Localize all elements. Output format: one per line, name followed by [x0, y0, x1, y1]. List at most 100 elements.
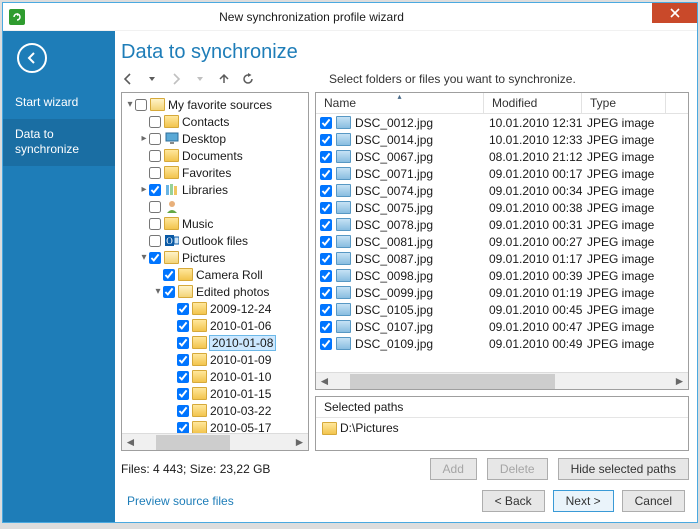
file-row[interactable]: DSC_0078.jpg09.01.2010 00:31JPEG image: [316, 216, 688, 233]
next-button[interactable]: Next >: [553, 490, 614, 512]
file-checkbox[interactable]: [320, 253, 332, 265]
tree-row[interactable]: [125, 198, 308, 215]
nav-fwd-icon[interactable]: [169, 72, 183, 86]
file-row[interactable]: DSC_0099.jpg09.01.2010 01:19JPEG image: [316, 284, 688, 301]
tree-checkbox[interactable]: [135, 99, 147, 111]
tree-arrow-icon[interactable]: ▸: [139, 185, 149, 195]
hide-paths-button[interactable]: Hide selected paths: [558, 458, 689, 480]
file-row[interactable]: DSC_0071.jpg09.01.2010 00:17JPEG image: [316, 165, 688, 182]
back-button[interactable]: [17, 43, 47, 73]
file-checkbox[interactable]: [320, 304, 332, 316]
file-row[interactable]: DSC_0074.jpg09.01.2010 00:34JPEG image: [316, 182, 688, 199]
file-checkbox[interactable]: [320, 168, 332, 180]
tree-checkbox[interactable]: [163, 286, 175, 298]
file-checkbox[interactable]: [320, 117, 332, 129]
nav-up-icon[interactable]: [217, 72, 231, 86]
file-row[interactable]: DSC_0012.jpg10.01.2010 12:31JPEG image: [316, 114, 688, 131]
back-button-footer[interactable]: < Back: [482, 490, 545, 512]
file-checkbox[interactable]: [320, 270, 332, 282]
tree-row[interactable]: Favorites: [125, 164, 308, 181]
tree-row[interactable]: OOutlook files: [125, 232, 308, 249]
tree-checkbox[interactable]: [149, 218, 161, 230]
file-row[interactable]: DSC_0014.jpg10.01.2010 12:33JPEG image: [316, 131, 688, 148]
tree-pane[interactable]: ▾My favorite sourcesContacts▸DesktopDocu…: [121, 92, 309, 451]
tree-arrow-icon[interactable]: ▸: [139, 134, 149, 144]
file-checkbox[interactable]: [320, 185, 332, 197]
tree-checkbox[interactable]: [149, 150, 161, 162]
file-list-header[interactable]: ▴Name Modified Type: [316, 93, 688, 114]
column-modified[interactable]: Modified: [484, 93, 582, 113]
file-row[interactable]: DSC_0107.jpg09.01.2010 00:47JPEG image: [316, 318, 688, 335]
tree-row[interactable]: 2010-03-22: [125, 402, 308, 419]
nav-back-icon[interactable]: [121, 72, 135, 86]
tree-row[interactable]: 2010-01-06: [125, 317, 308, 334]
window-close-button[interactable]: [652, 3, 697, 23]
tree-checkbox[interactable]: [177, 405, 189, 417]
tree-row[interactable]: 2010-05-17: [125, 419, 308, 433]
tree-row[interactable]: 2010-01-10: [125, 368, 308, 385]
nav-fwd-menu-icon[interactable]: [193, 72, 207, 86]
tree-checkbox[interactable]: [149, 133, 161, 145]
tree-hscrollbar[interactable]: ◄►: [122, 433, 308, 450]
tree-row[interactable]: 2010-01-09: [125, 351, 308, 368]
tree-row[interactable]: ▸Desktop: [125, 130, 308, 147]
tree-row[interactable]: ▾Pictures: [125, 249, 308, 266]
tree-checkbox[interactable]: [177, 422, 189, 434]
file-checkbox[interactable]: [320, 287, 332, 299]
tree-checkbox[interactable]: [177, 320, 189, 332]
file-row[interactable]: DSC_0098.jpg09.01.2010 00:39JPEG image: [316, 267, 688, 284]
tree-row[interactable]: 2009-12-24: [125, 300, 308, 317]
file-checkbox[interactable]: [320, 338, 332, 350]
file-checkbox[interactable]: [320, 151, 332, 163]
tree-row[interactable]: ▾My favorite sources: [125, 96, 308, 113]
file-row[interactable]: DSC_0087.jpg09.01.2010 01:17JPEG image: [316, 250, 688, 267]
file-row[interactable]: DSC_0075.jpg09.01.2010 00:38JPEG image: [316, 199, 688, 216]
file-checkbox[interactable]: [320, 321, 332, 333]
tree-checkbox[interactable]: [149, 184, 161, 196]
tree-checkbox[interactable]: [149, 167, 161, 179]
refresh-icon[interactable]: [241, 72, 255, 86]
file-list-pane[interactable]: ▴Name Modified Type DSC_0012.jpg10.01.20…: [315, 92, 689, 390]
tree-checkbox[interactable]: [163, 269, 175, 281]
sidebar-item-0[interactable]: Start wizard: [3, 87, 115, 119]
column-name[interactable]: ▴Name: [316, 93, 484, 113]
tree-row[interactable]: ▸Libraries: [125, 181, 308, 198]
tree-checkbox[interactable]: [177, 388, 189, 400]
column-type[interactable]: Type: [582, 93, 666, 113]
file-row[interactable]: DSC_0109.jpg09.01.2010 00:49JPEG image: [316, 335, 688, 352]
tree-checkbox[interactable]: [149, 201, 161, 213]
file-checkbox[interactable]: [320, 219, 332, 231]
file-row[interactable]: DSC_0105.jpg09.01.2010 00:45JPEG image: [316, 301, 688, 318]
tree-row[interactable]: ▾Edited photos: [125, 283, 308, 300]
file-hscrollbar[interactable]: ◄►: [316, 372, 688, 389]
tree-row[interactable]: Camera Roll: [125, 266, 308, 283]
nav-back-menu-icon[interactable]: [145, 72, 159, 86]
selected-paths-body[interactable]: D:\Pictures: [316, 418, 688, 438]
tree-row[interactable]: Contacts: [125, 113, 308, 130]
tree-row[interactable]: Music: [125, 215, 308, 232]
tree-checkbox[interactable]: [149, 252, 161, 264]
tree-row[interactable]: Documents: [125, 147, 308, 164]
file-checkbox[interactable]: [320, 202, 332, 214]
tree-row[interactable]: 2010-01-15: [125, 385, 308, 402]
delete-button[interactable]: Delete: [487, 458, 548, 480]
preview-link[interactable]: Preview source files: [127, 494, 234, 508]
tree-checkbox[interactable]: [177, 337, 189, 349]
file-checkbox[interactable]: [320, 236, 332, 248]
file-checkbox[interactable]: [320, 134, 332, 146]
tree-arrow-icon[interactable]: ▾: [139, 253, 149, 263]
file-row[interactable]: DSC_0081.jpg09.01.2010 00:27JPEG image: [316, 233, 688, 250]
tree-checkbox[interactable]: [149, 235, 161, 247]
tree-checkbox[interactable]: [177, 371, 189, 383]
tree-checkbox[interactable]: [177, 354, 189, 366]
selected-path-item[interactable]: D:\Pictures: [340, 421, 399, 435]
file-row[interactable]: DSC_0067.jpg08.01.2010 21:12JPEG image: [316, 148, 688, 165]
tree-row[interactable]: 2010-01-08: [125, 334, 308, 351]
tree-arrow-icon[interactable]: ▾: [125, 100, 135, 110]
sidebar-item-1[interactable]: Data to synchronize: [3, 119, 115, 166]
add-button[interactable]: Add: [430, 458, 477, 480]
tree-checkbox[interactable]: [149, 116, 161, 128]
cancel-button[interactable]: Cancel: [622, 490, 685, 512]
tree-checkbox[interactable]: [177, 303, 189, 315]
tree-arrow-icon[interactable]: ▾: [153, 287, 163, 297]
